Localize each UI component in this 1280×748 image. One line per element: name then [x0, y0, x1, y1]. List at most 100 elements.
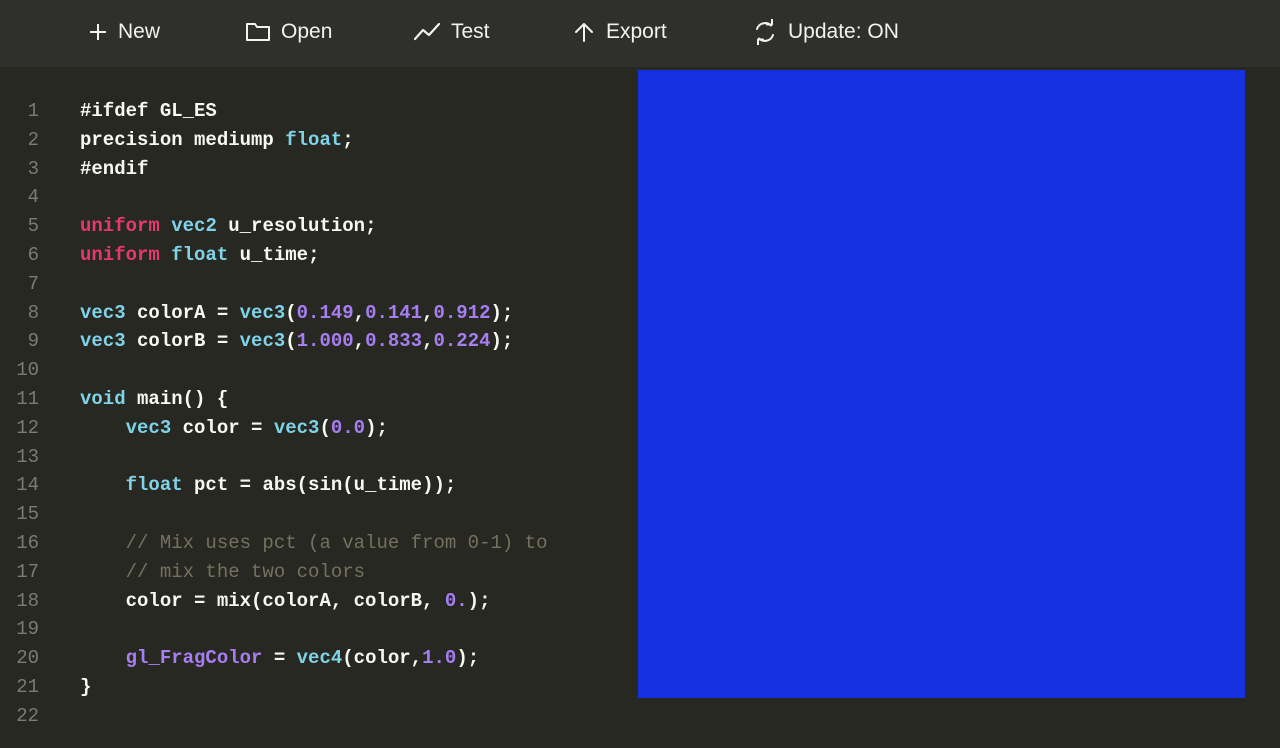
code-content: uniform float u_time; — [80, 241, 319, 270]
code-line[interactable]: 16 // Mix uses pct (a value from 0-1) to — [0, 529, 636, 558]
code-line[interactable]: 8 vec3 colorA = vec3(0.149,0.141,0.912); — [0, 299, 636, 328]
type-token: vec4 — [296, 647, 343, 670]
code-content: float pct = abs(sin(u_time)); — [80, 471, 457, 500]
number-token: 1.0 — [422, 647, 457, 670]
line-number: 12 — [16, 416, 39, 439]
open-button[interactable]: Open — [245, 16, 332, 48]
line-number: 20 — [16, 647, 39, 670]
keyword-token: uniform — [80, 244, 160, 266]
line-number: 19 — [16, 618, 39, 641]
code-content: void main() { — [80, 385, 228, 414]
code-editor[interactable]: 1 #ifdef GL_ES 2 precision mediump float; 3 #… — [0, 97, 636, 748]
export-button[interactable]: Export — [572, 16, 667, 48]
code-line[interactable]: 5 uniform vec2 u_resolution; — [0, 212, 636, 241]
type-token: void — [80, 388, 126, 410]
test-button[interactable]: Test — [413, 16, 490, 48]
code-text: precision mediump — [80, 128, 286, 151]
code-line[interactable]: 21} — [0, 673, 636, 702]
code-text: ( — [285, 301, 297, 324]
line-number: 6 — [27, 244, 39, 266]
type-token: float — [125, 474, 183, 497]
number-token: 0.833 — [365, 330, 423, 353]
code-line[interactable]: 9 vec3 colorB = vec3(1.000,0.833,0.224); — [0, 327, 636, 356]
code-line[interactable]: 17 // mix the two colors — [0, 558, 636, 587]
chart-line-icon — [413, 22, 441, 42]
code-line[interactable]: 22 — [0, 702, 636, 731]
code-line[interactable]: 15 — [0, 500, 636, 529]
code-line[interactable]: 19 — [0, 615, 636, 644]
folder-icon — [245, 21, 271, 43]
code-text: = — [262, 647, 297, 670]
code-text: ); — [456, 647, 480, 670]
code-content: vec3 colorA = vec3(0.149,0.141,0.912); — [80, 299, 513, 328]
line-number: 17 — [16, 560, 39, 583]
code-text: , — [422, 330, 434, 353]
number-token: 1.000 — [296, 330, 354, 353]
code-line[interactable]: 3 #endif — [0, 155, 636, 184]
comment-token: // Mix uses pct (a value from 0-1) to — [125, 532, 548, 554]
code-line[interactable]: 14 float pct = abs(sin(u_time)); — [0, 471, 636, 500]
code-content: color = mix(colorA, colorB, 0.); — [80, 587, 491, 616]
number-token: 0.149 — [296, 301, 354, 324]
code-text: u_time; — [228, 244, 320, 266]
code-line[interactable]: 20 gl_FragColor = vec4(color,1.0); — [0, 644, 636, 673]
new-button[interactable]: New — [88, 16, 160, 48]
code-content: gl_FragColor = vec4(color,1.0); — [80, 644, 480, 673]
code-text: ( — [285, 330, 297, 353]
line-number: 16 — [16, 532, 39, 554]
type-token: float — [171, 244, 229, 266]
line-number: 10 — [16, 359, 39, 382]
shader-preview-canvas[interactable] — [638, 70, 1245, 698]
line-number: 5 — [27, 215, 39, 238]
code-line[interactable]: 13 — [0, 443, 636, 472]
code-line[interactable]: 18 color = mix(colorA, colorB, 0.); — [0, 587, 636, 616]
number-token: 0. — [444, 589, 468, 612]
code-line[interactable]: 2 precision mediump float; — [0, 126, 636, 155]
code-line[interactable]: 11 void main() { — [0, 385, 636, 414]
code-content: // mix the two colors — [80, 558, 365, 587]
type-token: vec3 — [273, 416, 320, 439]
export-button-label: Export — [606, 20, 667, 43]
code-text: #endif — [80, 157, 149, 180]
code-text: } — [80, 676, 92, 698]
code-line[interactable]: 10 — [0, 356, 636, 385]
line-number: 8 — [27, 301, 39, 324]
code-line[interactable]: 7 — [0, 270, 636, 299]
variable-token: gl_FragColor — [125, 647, 263, 670]
code-text: ); — [490, 301, 514, 324]
code-content: precision mediump float; — [80, 126, 354, 155]
code-line[interactable]: 12 vec3 color = vec3(0.0); — [0, 414, 636, 443]
number-token: 0.141 — [365, 301, 423, 324]
code-content: vec3 colorB = vec3(1.000,0.833,0.224); — [80, 327, 513, 356]
line-number: 3 — [27, 157, 39, 180]
number-token: 0.912 — [433, 301, 491, 324]
line-number: 9 — [27, 330, 39, 353]
update-toggle-button[interactable]: Update: ON — [752, 16, 899, 48]
keyword-token: uniform — [80, 215, 160, 238]
code-content: #ifdef GL_ES — [80, 97, 217, 126]
line-number: 4 — [27, 186, 39, 209]
code-text: ); — [467, 589, 491, 612]
number-token: 0.0 — [330, 416, 366, 439]
open-button-label: Open — [281, 20, 333, 43]
line-number: 14 — [16, 474, 39, 497]
code-content: // Mix uses pct (a value from 0-1) to — [80, 529, 548, 558]
code-line[interactable]: 6 uniform float u_time; — [0, 241, 636, 270]
code-text: color = — [171, 416, 274, 439]
code-text: ; — [342, 128, 354, 151]
update-toggle-label: Update: ON — [788, 20, 899, 43]
code-content: #endif — [80, 155, 148, 184]
code-text: colorA = — [125, 301, 240, 324]
code-line[interactable]: 1 #ifdef GL_ES — [0, 97, 636, 126]
line-number: 13 — [16, 445, 39, 468]
code-line[interactable]: 4 — [0, 183, 636, 212]
line-number: 22 — [16, 704, 39, 727]
type-token: vec3 — [239, 330, 286, 353]
code-text: u_resolution; — [216, 215, 377, 238]
